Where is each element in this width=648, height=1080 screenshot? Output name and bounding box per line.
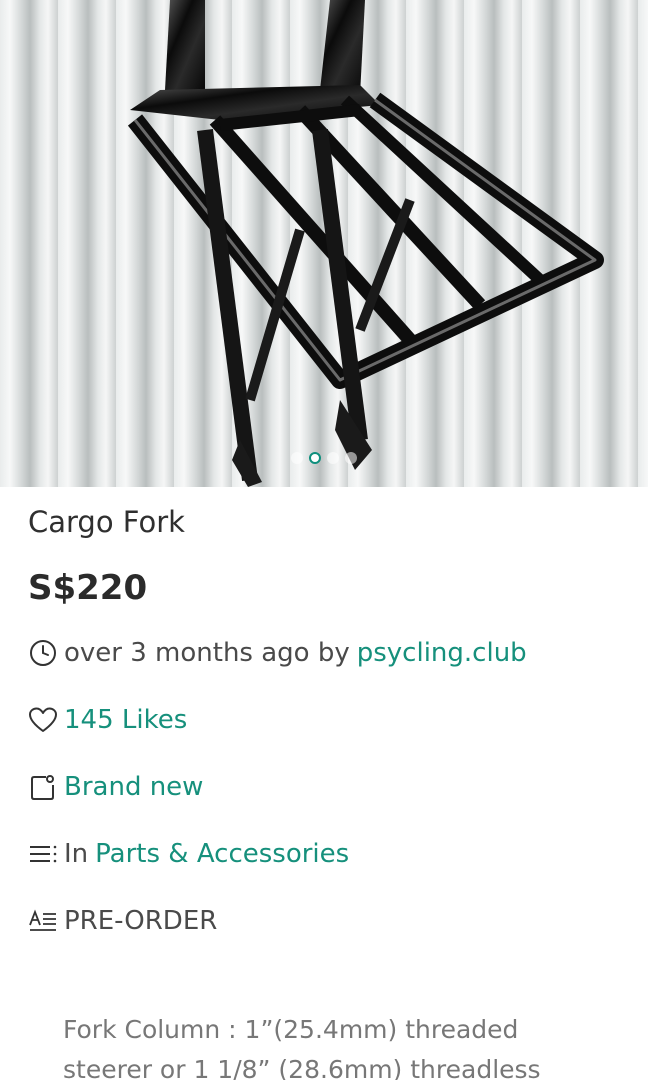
category-link[interactable]: Parts & Accessories: [95, 839, 349, 869]
description-line: Fork Column : 1”(25.4mm) threaded: [63, 1015, 519, 1044]
listing-time-text: over 3 months ago by: [64, 638, 350, 668]
likes-row[interactable]: 145 Likes: [28, 702, 187, 738]
text-style-icon: [28, 906, 58, 936]
category-row: In Parts & Accessories: [28, 836, 349, 872]
clock-icon: [28, 638, 58, 668]
fork-illustration: [127, 0, 604, 487]
carousel-dot[interactable]: [327, 452, 339, 464]
product-image[interactable]: [0, 0, 648, 487]
carousel-indicator[interactable]: [0, 452, 648, 466]
category-prefix: In: [64, 839, 89, 869]
heart-icon[interactable]: [28, 705, 58, 735]
listing-price: S$220: [28, 568, 148, 608]
tag-icon: [28, 772, 58, 802]
condition-text[interactable]: Brand new: [64, 772, 203, 802]
listing-time-row: over 3 months ago by psycling.club: [28, 635, 527, 671]
condition-row: Brand new: [28, 769, 203, 805]
description: Fork Column : 1”(25.4mm) threaded steere…: [63, 1010, 623, 1080]
preorder-tag: PRE-ORDER: [64, 906, 218, 936]
tag-row: PRE-ORDER: [28, 903, 217, 939]
listing-title: Cargo Fork: [28, 505, 185, 539]
description-line: steerer or 1 1/8” (28.6mm) threadless: [63, 1055, 541, 1080]
likes-count[interactable]: 145 Likes: [64, 705, 187, 735]
carousel-dot[interactable]: [345, 452, 357, 464]
carousel-dot[interactable]: [291, 452, 303, 464]
carousel-dot-active[interactable]: [309, 452, 321, 464]
seller-link[interactable]: psycling.club: [357, 638, 527, 668]
list-icon: [28, 839, 58, 869]
